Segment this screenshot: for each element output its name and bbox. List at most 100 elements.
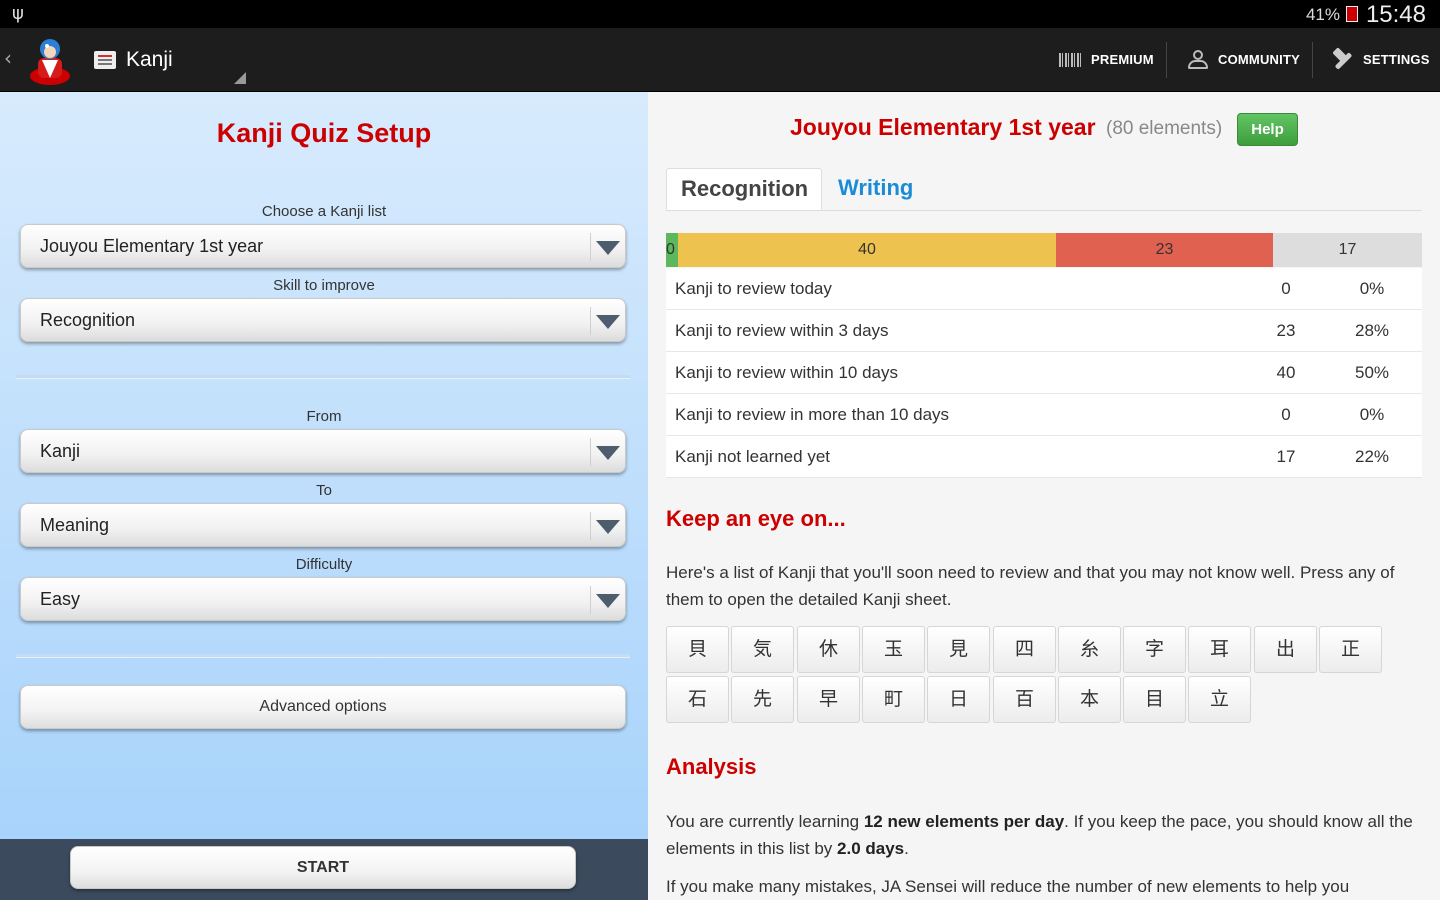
advanced-options-button[interactable]: Advanced options (20, 685, 626, 729)
kanji-button[interactable]: 出 (1254, 626, 1317, 673)
section-divider (16, 375, 630, 379)
select-divider (590, 512, 591, 540)
stat-count: 0 (1281, 405, 1291, 424)
from-select[interactable]: Kanji (20, 429, 626, 473)
premium-button[interactable]: PREMIUM (1059, 28, 1154, 91)
kanji-button[interactable]: 百 (993, 676, 1056, 723)
kanji-button[interactable]: 糸 (1058, 626, 1121, 673)
to-select[interactable]: Meaning (20, 503, 626, 547)
kanji-button[interactable]: 玉 (862, 626, 925, 673)
stat-row: Kanji to review in more than 10 days 0 0% (666, 394, 1422, 436)
difficulty-label: Difficulty (295, 556, 353, 573)
progress-segment: 0 (666, 233, 678, 267)
analysis-duration: 2.0 days (837, 839, 905, 858)
stat-label: Kanji to review in more than 10 days (675, 405, 950, 424)
setup-title: Kanji Quiz Setup (216, 118, 432, 148)
kanji-button[interactable]: 四 (993, 626, 1056, 673)
analysis-heading: Analysis (666, 754, 757, 779)
skill-value: Recognition (40, 310, 136, 330)
start-button[interactable]: START (70, 846, 576, 889)
barcode-icon (1059, 52, 1083, 67)
kanji-button[interactable]: 耳 (1188, 626, 1251, 673)
start-bar: START (0, 839, 648, 900)
stat-row: Kanji not learned yet 17 22% (666, 436, 1422, 478)
clock: 15:48 (1365, 1, 1426, 28)
kanji-button[interactable]: 正 (1319, 626, 1382, 673)
hammer-icon (1331, 49, 1355, 71)
dropdown-corner-icon[interactable] (234, 72, 246, 84)
kanji-button[interactable]: 石 (666, 676, 729, 723)
stat-row: Kanji to review within 3 days 23 28% (666, 310, 1422, 352)
premium-label: PREMIUM (1091, 52, 1154, 67)
usb-icon: ψ (12, 3, 24, 24)
kanji-button[interactable]: 日 (927, 676, 990, 723)
kanji-button[interactable]: 立 (1188, 676, 1251, 723)
stat-count: 17 (1276, 447, 1296, 466)
divider (1166, 42, 1167, 78)
screen-title[interactable]: Kanji (126, 48, 173, 72)
from-value: Kanji (40, 441, 81, 461)
list-summary-panel: Jouyou Elementary 1st year (80 elements)… (648, 92, 1440, 900)
quiz-setup-panel: Kanji Quiz Setup Choose a Kanji list Jou… (0, 92, 648, 839)
dropdown-arrow-icon (596, 241, 620, 255)
difficulty-value: Easy (40, 589, 81, 609)
kanji-button[interactable]: 町 (862, 676, 925, 723)
help-button[interactable]: Help (1237, 113, 1298, 146)
dropdown-arrow-icon (596, 594, 620, 608)
kanji-list-value: Jouyou Elementary 1st year (40, 236, 264, 256)
kanji-button[interactable]: 本 (1058, 676, 1121, 723)
difficulty-select[interactable]: Easy (20, 577, 626, 621)
dropdown-arrow-icon (596, 315, 620, 329)
select-divider (590, 233, 591, 261)
keep-eye-heading: Keep an eye on... (666, 506, 846, 531)
stat-percent: 0% (1359, 279, 1385, 298)
battery-percent: 41% (1305, 5, 1340, 24)
analysis-pace-text: You are currently learning 12 new elemen… (666, 808, 1426, 862)
kanji-list-select[interactable]: Jouyou Elementary 1st year (20, 224, 626, 268)
stat-count: 23 (1276, 321, 1296, 340)
skill-select[interactable]: Recognition (20, 298, 626, 342)
element-count: (80 elements) (1106, 118, 1223, 139)
progress-segment: 40 (678, 233, 1056, 267)
analysis-text: . (904, 839, 909, 858)
section-divider (16, 654, 630, 658)
divider (1312, 42, 1313, 78)
tab-recognition[interactable]: Recognition (666, 168, 822, 210)
dropdown-arrow-icon (596, 446, 620, 460)
community-icon (1186, 49, 1210, 70)
back-chevron-icon[interactable]: ‹ (4, 46, 12, 70)
analysis-text: You are currently learning (666, 812, 864, 831)
stat-count: 40 (1276, 363, 1296, 382)
to-label: To (316, 482, 332, 499)
stat-percent: 50% (1354, 363, 1390, 382)
skill-label: Skill to improve (273, 277, 375, 294)
app-logo-icon[interactable] (26, 34, 74, 86)
kanji-button[interactable]: 休 (797, 626, 860, 673)
settings-button[interactable]: SETTINGS (1331, 28, 1430, 91)
kanji-button[interactable]: 目 (1123, 676, 1186, 723)
stat-percent: 22% (1354, 447, 1390, 466)
progress-segment: 23 (1056, 233, 1273, 267)
community-button[interactable]: COMMUNITY (1186, 28, 1300, 91)
list-label: Choose a Kanji list (261, 203, 387, 220)
kanji-button[interactable]: 見 (927, 626, 990, 673)
status-bar: ψ 41% 15:48 (0, 0, 1440, 28)
kanji-button[interactable]: 早 (797, 676, 860, 723)
kanji-button[interactable]: 先 (731, 676, 794, 723)
kanji-button[interactable]: 気 (731, 626, 794, 673)
battery-icon (1346, 6, 1358, 22)
stat-row: Kanji to review within 10 days 40 50% (666, 352, 1422, 394)
kanji-button[interactable]: 貝 (666, 626, 729, 673)
stat-label: Kanji not learned yet (675, 447, 830, 466)
select-divider (590, 438, 591, 466)
stat-label: Kanji to review within 3 days (675, 321, 889, 340)
from-label: From (306, 408, 342, 425)
skill-tabs: Recognition Writing (666, 168, 1422, 211)
kanji-button[interactable]: 字 (1123, 626, 1186, 673)
stat-row: Kanji to review today 0 0% (666, 268, 1422, 310)
stat-count: 0 (1281, 279, 1291, 298)
review-stats-table: Kanji to review today 0 0% Kanji to review … (666, 268, 1422, 478)
community-label: COMMUNITY (1218, 52, 1300, 67)
list-name: Jouyou Elementary 1st year (790, 114, 1096, 140)
tab-writing[interactable]: Writing (824, 168, 927, 210)
